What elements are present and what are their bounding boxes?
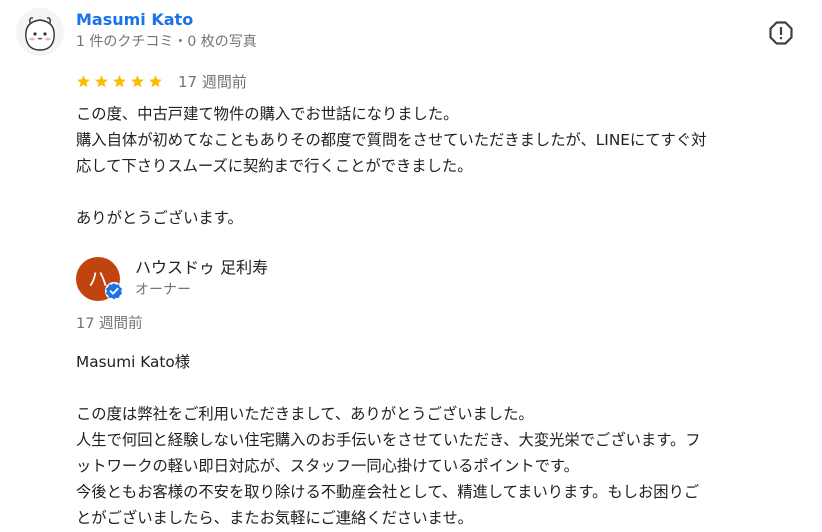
review-line — [76, 179, 812, 205]
reviewer-avatar[interactable] — [16, 8, 64, 56]
reply-time: 17 週間前 — [76, 316, 143, 332]
star-rating — [76, 74, 166, 89]
review-line: 購入自体が初めてなこともありその都度で質問をさせていただきましたが、LINEにて… — [76, 131, 707, 149]
review-line: 応して下さりスムーズに契約まで行くことができました。 — [76, 157, 473, 175]
report-review-button[interactable] — [766, 18, 796, 48]
owner-role: オーナー — [135, 282, 191, 298]
verified-check-icon — [105, 282, 123, 300]
rating-row: 17 週間前 — [76, 71, 247, 91]
star-icon — [113, 74, 126, 87]
reply-line: 今後ともお客様の不安を取り除ける不動産会社として、精進してまいります。もしお困り… — [76, 483, 700, 501]
star-icon — [131, 74, 144, 87]
reply-text: Masumi Kato様 この度は弊社をご利用いただきまして、ありがとうございま… — [76, 349, 812, 531]
reply-line: とがございましたら、またお気軽にご連絡くださいませ。 — [76, 509, 473, 527]
report-flag-icon — [769, 21, 793, 45]
owner-name: ハウスドゥ 足利寿 — [135, 258, 269, 277]
review-line: この度、中古戸建て物件の購入でお世話になりました。 — [76, 105, 459, 123]
reply-line — [76, 375, 812, 401]
star-icon — [77, 74, 90, 87]
reply-line: 人生で何回と経験しない住宅購入のお手伝いをさせていただき、大変光栄でございます。… — [76, 431, 701, 449]
reviewer-meta: 1 件のクチコミ・0 枚の写真 — [76, 34, 257, 50]
reply-line: ットワークの軽い即日対応が、スタッフ一同心掛けているポイントです。 — [76, 457, 579, 475]
reply-line: この度は弊社をご利用いただきまして、ありがとうございました。 — [76, 405, 534, 423]
star-icon — [95, 74, 108, 87]
star-icon — [149, 74, 162, 87]
cartoon-character-avatar-icon — [16, 8, 64, 56]
reviewer-name[interactable]: Masumi Kato — [76, 10, 193, 30]
review-line: ありがとうございます。 — [76, 209, 243, 227]
review-time: 17 週間前 — [178, 72, 247, 91]
review-text: この度、中古戸建て物件の購入でお世話になりました。 購入自体が初めてなこともあり… — [76, 101, 812, 231]
reply-line: Masumi Kato様 — [76, 353, 191, 371]
